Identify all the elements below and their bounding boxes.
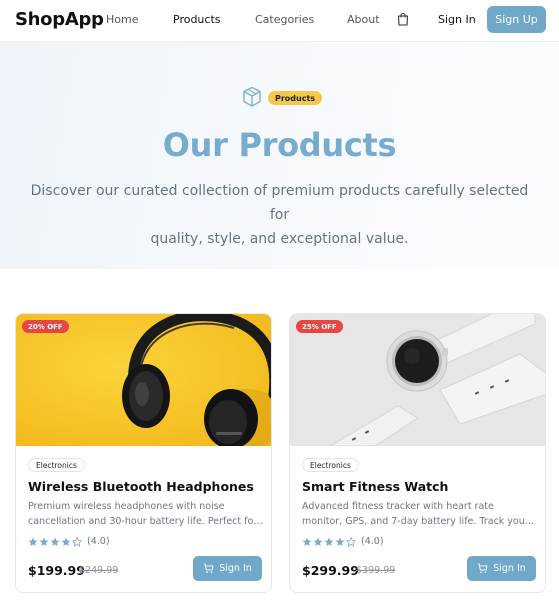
product-image[interactable]: 25% OFF: [290, 314, 545, 446]
star-empty-icon: [346, 536, 356, 547]
star-filled-icon: [28, 537, 38, 546]
add-to-cart-label: Sign In: [493, 563, 526, 574]
product-old-price: $249.99: [79, 565, 119, 576]
category-badge: Electronics: [28, 458, 85, 472]
star-empty-icon: [72, 536, 82, 547]
section-badge: Products: [268, 91, 323, 105]
product-description-line: Premium wireless headphones with noise: [28, 501, 225, 512]
cart-icon: [203, 563, 214, 573]
page-description: Discover our curated collection of premi…: [20, 179, 539, 251]
product-old-price: $399.99: [356, 565, 396, 576]
rating-value: (4.0): [87, 536, 110, 547]
navbar: ShopApp Home Products Categories About S…: [0, 0, 559, 42]
nav-link-home[interactable]: Home: [106, 13, 138, 26]
nav-link-categories[interactable]: Categories: [255, 13, 314, 26]
product-title[interactable]: Wireless Bluetooth Headphones: [28, 479, 254, 494]
add-to-cart-label: Sign In: [219, 563, 252, 574]
cart-icon: [477, 563, 488, 573]
product-price: $199.99: [28, 563, 85, 578]
product-description-line: cancellation and 30-hour battery life. P…: [28, 516, 264, 527]
product-card[interactable]: 20% OFF Electronics Wireless Bluetooth H…: [15, 313, 272, 593]
add-to-cart-button[interactable]: Sign In: [467, 556, 536, 581]
star-filled-icon: [313, 537, 323, 546]
product-description: Advanced fitness tracker with heart rate…: [302, 499, 538, 529]
product-image[interactable]: 20% OFF: [16, 314, 271, 446]
product-description-line: monitor, GPS, and 7-day battery life. Tr…: [302, 516, 538, 527]
nav-link-products[interactable]: Products: [173, 13, 221, 26]
page-description-line: quality, style, and exceptional value.: [150, 231, 409, 247]
product-title[interactable]: Smart Fitness Watch: [302, 479, 448, 494]
add-to-cart-button[interactable]: Sign In: [193, 556, 262, 581]
product-card[interactable]: 25% OFF Electronics Smart Fitness Watch …: [289, 313, 546, 593]
star-filled-icon: [50, 537, 60, 546]
product-description: Premium wireless headphones with noise c…: [28, 499, 264, 529]
product-rating: (4.0): [28, 536, 110, 547]
smartwatch-image: [290, 314, 545, 446]
product-price: $299.99: [302, 563, 359, 578]
nav-link-about[interactable]: About: [347, 13, 380, 26]
rating-value: (4.0): [361, 536, 384, 547]
page-title: Our Products: [162, 126, 397, 164]
star-filled-icon: [335, 537, 345, 546]
sign-in-link[interactable]: Sign In: [438, 13, 476, 26]
shopping-bag-icon[interactable]: [397, 12, 409, 26]
headphones-image: [16, 314, 271, 446]
sign-up-button[interactable]: Sign Up: [487, 6, 546, 33]
star-filled-icon: [302, 537, 312, 546]
product-rating: (4.0): [302, 536, 384, 547]
brand-logo[interactable]: ShopApp: [15, 9, 104, 30]
discount-badge: 25% OFF: [296, 320, 343, 333]
category-badge: Electronics: [302, 458, 359, 472]
product-description-line: Advanced fitness tracker with heart rate: [302, 501, 494, 512]
discount-badge: 20% OFF: [22, 320, 69, 333]
star-filled-icon: [61, 537, 71, 546]
star-filled-icon: [324, 537, 334, 546]
hero-section: Products Our Products Discover our curat…: [0, 42, 559, 269]
star-filled-icon: [39, 537, 49, 546]
page-description-line: Discover our curated collection of premi…: [30, 183, 529, 223]
package-icon: [243, 86, 261, 107]
